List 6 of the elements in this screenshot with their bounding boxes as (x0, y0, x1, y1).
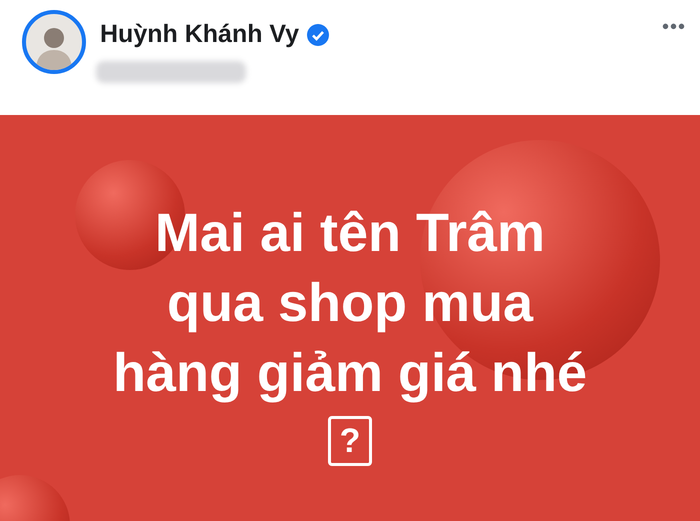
post-text-line: Mai ai tên Trâm (154, 202, 546, 265)
author-name[interactable]: Huỳnh Khánh Vy (100, 20, 300, 49)
unknown-emoji: ? (328, 416, 372, 466)
post-text-line: hàng giảm giá nhé (112, 342, 588, 405)
more-options-button[interactable]: ••• (662, 16, 686, 39)
post-text-line: qua shop mua (166, 272, 534, 335)
